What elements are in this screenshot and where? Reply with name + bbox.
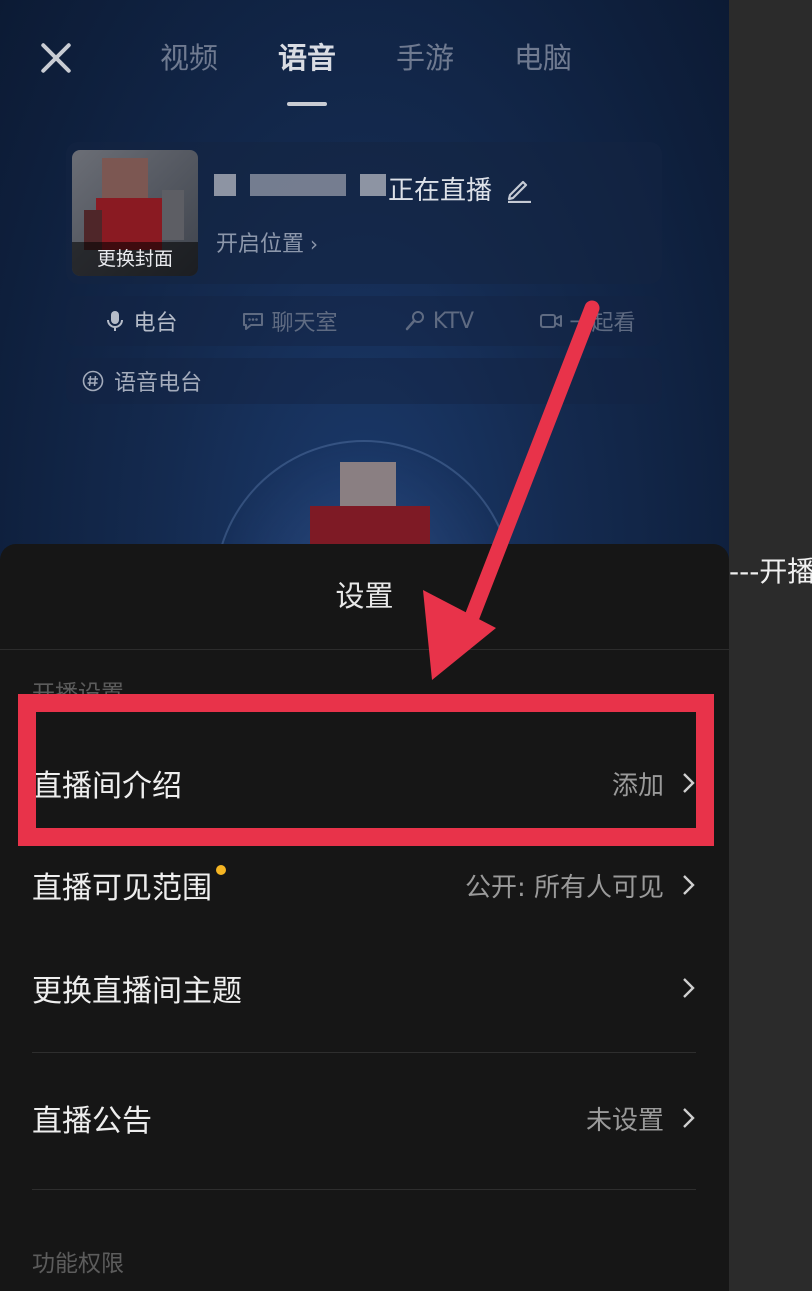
change-cover-label[interactable]: 更换封面 <box>72 242 198 276</box>
row-value: 未设置 <box>585 1105 664 1136</box>
location-toggle[interactable]: 开启位置 › <box>216 226 318 263</box>
live-title-row[interactable]: 正在直播 <box>388 168 534 208</box>
row-label-text: 直播可见范围 <box>32 871 212 906</box>
section-label-permissions: 功能权限 <box>32 1251 124 1277</box>
pencil-icon[interactable] <box>504 173 534 203</box>
type-label: 一起看 <box>569 311 636 336</box>
tab-pc[interactable]: 电脑 <box>484 34 602 94</box>
section-label-broadcast: 开播设置 <box>32 681 124 707</box>
annotation-caption: ---开播 <box>729 552 812 592</box>
type-ktv[interactable]: KTV <box>364 296 513 346</box>
row-room-theme[interactable]: 更换直播间主题 <box>32 953 696 1023</box>
row-label: 更换直播间主题 <box>32 974 242 1009</box>
blurred-photo <box>102 158 148 198</box>
close-icon[interactable] <box>34 36 78 80</box>
background-gutter <box>729 0 812 1291</box>
tab-mobile-game[interactable]: 手游 <box>366 34 484 94</box>
location-label: 开启位置 <box>216 232 305 257</box>
microphone-icon <box>107 311 124 331</box>
chevron-right-icon: › <box>310 232 319 256</box>
row-visibility[interactable]: 直播可见范围 公开: 所有人可见 <box>32 850 696 920</box>
chevron-right-icon <box>683 1108 695 1128</box>
chevron-right-icon <box>683 875 695 895</box>
chevron-right-icon <box>683 773 695 793</box>
blurred-username <box>214 174 236 196</box>
avatar <box>296 462 436 552</box>
row-value: 公开: 所有人可见 <box>464 872 664 903</box>
divider <box>0 649 729 650</box>
blurred-username <box>250 174 346 196</box>
tab-voice[interactable]: 语音 <box>248 34 366 106</box>
voice-type-selector: 电台 聊天室 KTV 一起看 <box>66 296 662 346</box>
type-label: 电台 <box>133 311 178 336</box>
type-watch-together[interactable]: 一起看 <box>513 296 662 346</box>
row-value: 添加 <box>611 770 664 801</box>
annotation-caption-text: ---开播 <box>729 555 812 588</box>
settings-sheet: 设置 开播设置 直播间介绍 添加 直播可见范围 公开: 所有人可见 更换直播间主… <box>0 544 729 1291</box>
blurred-photo <box>340 462 396 506</box>
live-setup-screen: 视频 语音 手游 电脑 更换封面 正在直播 开启位置 › 电台 聊天室 KTV … <box>0 0 729 1291</box>
sheet-title: 设置 <box>335 579 394 613</box>
cover-image[interactable]: 更换封面 <box>72 150 198 276</box>
topic-selector[interactable]: 语音电台 <box>66 358 662 404</box>
topic-label: 语音电台 <box>114 371 203 396</box>
row-label: 直播间介绍 <box>32 769 182 804</box>
new-indicator-dot <box>216 865 226 875</box>
type-chatroom[interactable]: 聊天室 <box>215 296 364 346</box>
row-announcement[interactable]: 直播公告 未设置 <box>32 1083 696 1153</box>
chevron-right-icon <box>683 978 695 998</box>
type-radio[interactable]: 电台 <box>66 296 215 346</box>
chat-bubble-icon <box>243 313 264 330</box>
hashtag-icon <box>82 370 104 392</box>
blurred-username <box>360 174 386 196</box>
row-room-intro[interactable]: 直播间介绍 添加 <box>32 748 696 818</box>
type-label: 聊天室 <box>271 311 338 336</box>
tab-video[interactable]: 视频 <box>130 34 248 94</box>
divider <box>32 1189 696 1190</box>
type-label: KTV <box>432 308 475 334</box>
row-label: 直播可见范围 <box>32 863 226 907</box>
live-title: 正在直播 <box>388 175 493 206</box>
blurred-photo <box>162 190 184 240</box>
mic-ktv-icon <box>405 311 424 331</box>
divider <box>32 1052 696 1053</box>
row-label: 直播公告 <box>32 1104 152 1139</box>
live-type-tabs: 视频 语音 手游 电脑 <box>130 34 602 106</box>
video-icon <box>540 314 563 328</box>
